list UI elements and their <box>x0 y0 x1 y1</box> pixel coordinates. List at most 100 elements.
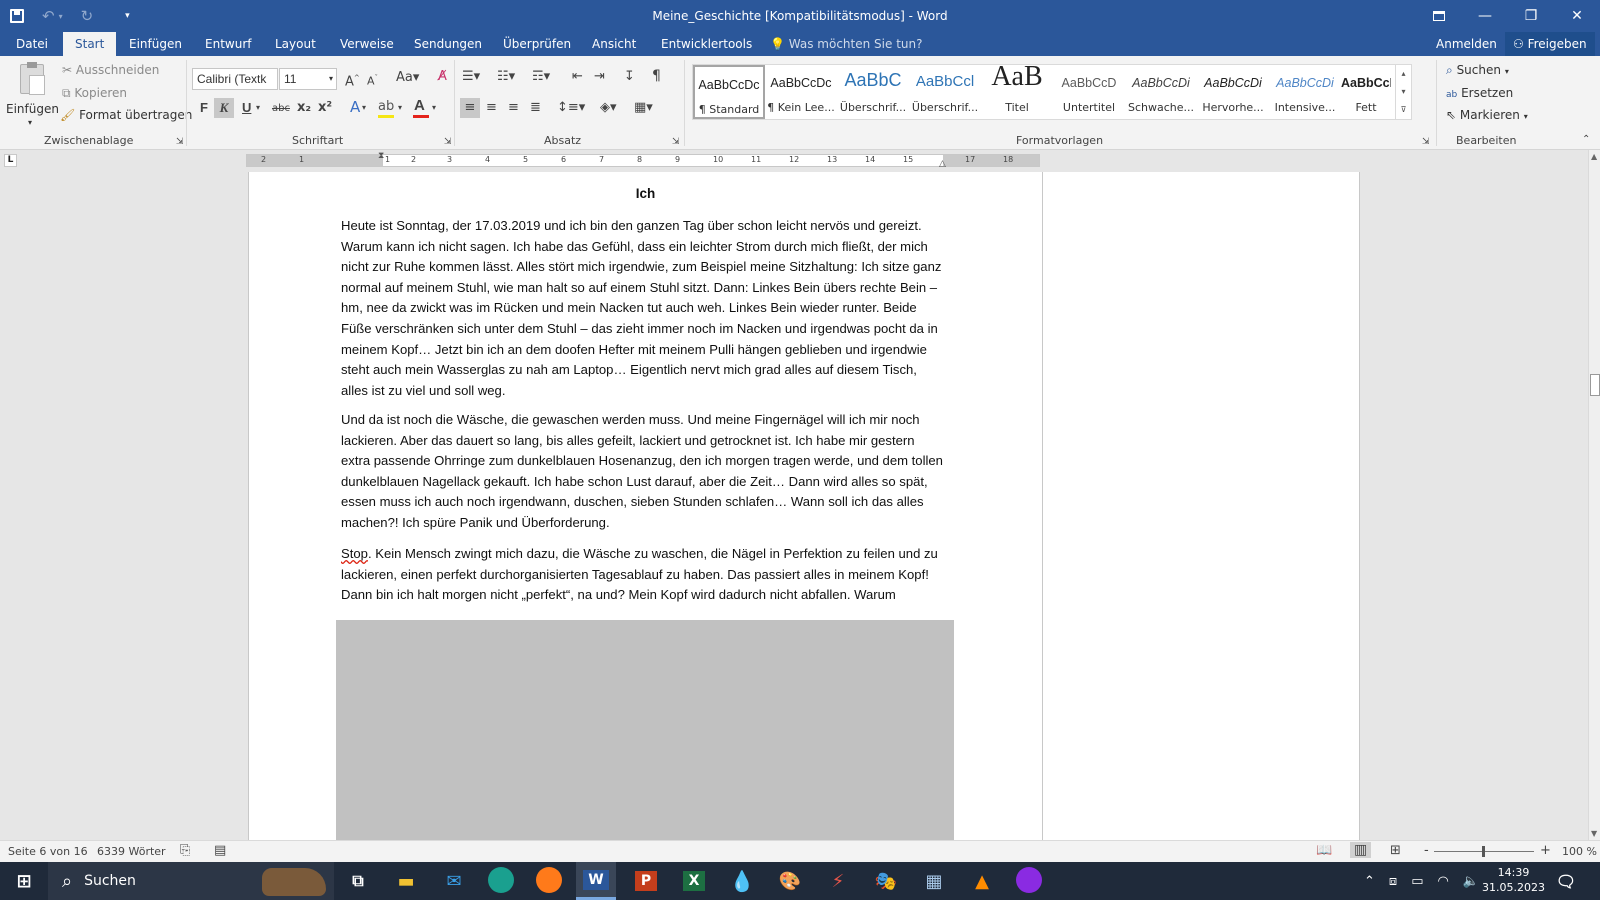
superscript-button[interactable]: x² <box>318 100 332 116</box>
spelling-error-word[interactable]: Stop <box>341 546 368 561</box>
read-mode-icon[interactable]: 📖 <box>1316 843 1332 858</box>
align-center-icon[interactable]: ≡ <box>486 100 497 116</box>
edge-icon[interactable] <box>488 867 514 893</box>
explorer-icon[interactable]: ▬ <box>392 867 420 895</box>
text-effects-icon[interactable]: A <box>350 99 360 115</box>
photos-icon[interactable]: 🎨 <box>776 867 804 895</box>
line-spacing-icon[interactable]: ↕≡▾ <box>557 100 585 116</box>
cut-button[interactable]: ✂ Ausschneiden <box>62 63 159 77</box>
tab-entwicklertools[interactable]: Entwicklertools <box>661 32 752 56</box>
minimize-icon[interactable]: — <box>1462 0 1508 32</box>
firefox-icon[interactable] <box>536 867 562 893</box>
numbering-icon[interactable]: ☷▾ <box>497 69 515 85</box>
replace-button[interactable]: ab Ersetzen <box>1446 86 1513 100</box>
excel-icon[interactable]: X <box>680 867 708 895</box>
horizontal-ruler[interactable]: 2 1 1 2 3 4 5 6 7 8 9 10 11 12 13 14 15 17 18 ⧗ △ <box>246 151 1040 169</box>
tool-icon[interactable]: ⚡ <box>824 867 852 895</box>
tab-selector-icon[interactable]: L <box>4 154 17 167</box>
style-hervorhebung[interactable]: AaBbCcDi Hervorhe... <box>1197 65 1269 119</box>
clock[interactable]: 14:39 31.05.2023 <box>1482 865 1545 895</box>
taskbar-search[interactable]: ⌕ Suchen <box>48 862 334 900</box>
shrink-font-icon[interactable]: Aˇ <box>367 70 378 90</box>
style-untertitel[interactable]: AaBbCcD Untertitel <box>1053 65 1125 119</box>
increase-indent-icon[interactable]: ⇥ <box>594 69 605 85</box>
underline-dropdown-icon[interactable]: ▾ <box>256 100 260 116</box>
change-case-icon[interactable]: Aa▾ <box>396 70 419 86</box>
collapse-ribbon-icon[interactable]: ⌃ <box>1582 132 1590 148</box>
zoom-slider-thumb[interactable] <box>1482 846 1485 857</box>
tab-start[interactable]: Start <box>63 32 117 56</box>
share-button[interactable]: ⚇ Freigeben <box>1505 32 1595 56</box>
document-heading[interactable]: Ich <box>249 186 1042 201</box>
calculator-icon[interactable]: ▦ <box>920 867 948 895</box>
underline-button[interactable]: U <box>242 100 251 116</box>
multilevel-list-icon[interactable]: ☶▾ <box>532 69 550 85</box>
paragraph-2[interactable]: Und da ist noch die Wäsche, die gewasche… <box>341 410 946 534</box>
scroll-down-icon[interactable]: ▼ <box>1591 829 1597 838</box>
find-button[interactable]: ⌕ Suchen ▾ <box>1446 63 1509 78</box>
powerpoint-icon[interactable]: P <box>632 867 660 895</box>
zoom-level[interactable]: 100 % <box>1562 845 1597 858</box>
chevron-down-icon[interactable]: ▾ <box>398 100 402 116</box>
app-icon[interactable]: 🎭 <box>872 867 900 895</box>
subscript-button[interactable]: x₂ <box>297 100 311 116</box>
style-ueberschrift-1[interactable]: AaBbC Überschrif... <box>837 65 909 119</box>
gallery-scroll[interactable]: ▴ ▾ ⊽ <box>1395 65 1411 119</box>
tab-einfuegen[interactable]: Einfügen <box>129 32 182 56</box>
strikethrough-button[interactable]: abc <box>272 101 290 117</box>
ribbon-display-icon[interactable] <box>1416 0 1462 32</box>
right-indent-icon[interactable]: △ <box>939 159 946 169</box>
scrollbar-thumb[interactable] <box>1590 374 1600 396</box>
select-button[interactable]: ⇖ Markieren ▾ <box>1446 108 1528 122</box>
volume-icon[interactable]: 🔈 <box>1463 874 1479 889</box>
zoom-out-button[interactable]: - <box>1424 843 1429 858</box>
font-color-icon[interactable]: A <box>414 98 425 114</box>
style-ueberschrift-2[interactable]: AaBbCcl Überschrif... <box>909 65 981 119</box>
vlc-icon[interactable]: ▲ <box>968 867 996 895</box>
sort-icon[interactable]: ↧ <box>624 69 635 85</box>
image-placeholder[interactable] <box>336 620 954 840</box>
battery-icon[interactable]: ▭ <box>1411 874 1423 889</box>
tab-entwurf[interactable]: Entwurf <box>205 32 251 56</box>
windows-start-icon[interactable]: ⊞ <box>10 867 38 895</box>
meet-now-icon[interactable]: ⧈ <box>1389 874 1397 889</box>
paragraph-3[interactable]: Stop. Kein Mensch zwingt mich dazu, die … <box>341 544 946 606</box>
paint-icon[interactable]: 💧 <box>728 867 756 895</box>
chevron-down-icon[interactable]: ▾ <box>432 100 436 116</box>
font-size-combo[interactable]: 11 ▾ <box>279 68 337 90</box>
style-titel[interactable]: AaB Titel <box>981 61 1053 119</box>
indent-marker-icon[interactable]: ⧗ <box>378 151 384 161</box>
paragraph-1[interactable]: Heute ist Sonntag, der 17.03.2019 und ic… <box>341 216 946 401</box>
dialog-launcher-icon[interactable]: ⇲ <box>1422 134 1430 150</box>
tab-layout[interactable]: Layout <box>275 32 316 56</box>
vertical-scrollbar[interactable]: ▲ ▼ <box>1588 150 1600 840</box>
shading-icon[interactable]: ◈▾ <box>600 100 617 116</box>
word-icon[interactable]: W <box>576 862 616 900</box>
mail-icon[interactable]: ✉ <box>440 867 468 895</box>
tab-ansicht[interactable]: Ansicht <box>592 32 636 56</box>
align-right-icon[interactable]: ≡ <box>508 100 519 116</box>
bold-button[interactable]: F <box>200 100 208 116</box>
bullets-icon[interactable]: ☰▾ <box>462 69 480 85</box>
decrease-indent-icon[interactable]: ⇤ <box>572 69 583 85</box>
justify-icon[interactable]: ≣ <box>530 100 541 116</box>
tab-ueberpruefen[interactable]: Überprüfen <box>503 32 571 56</box>
dialog-launcher-icon[interactable]: ⇲ <box>672 134 680 150</box>
clear-formatting-icon[interactable]: A̸ <box>438 69 447 85</box>
font-family-combo[interactable]: Calibri (Textk <box>192 68 278 90</box>
notifications-icon[interactable]: 🗨 <box>1552 867 1580 895</box>
tell-me-box[interactable]: 💡 Was möchten Sie tun? <box>770 32 922 56</box>
style-schwache-hervorhebung[interactable]: AaBbCcDi Schwache... <box>1125 65 1197 119</box>
print-layout-icon[interactable]: ▥ <box>1350 842 1372 858</box>
scroll-up-icon[interactable]: ▲ <box>1591 152 1597 161</box>
word-count[interactable]: 6339 Wörter <box>97 845 166 858</box>
dialog-launcher-icon[interactable]: ⇲ <box>176 134 184 150</box>
close-icon[interactable]: ✕ <box>1554 0 1600 32</box>
proofing-icon[interactable]: ⎘ <box>180 843 190 858</box>
game-icon[interactable] <box>1016 867 1042 893</box>
tab-sendungen[interactable]: Sendungen <box>414 32 482 56</box>
highlight-icon[interactable]: ab <box>378 99 394 115</box>
paste-button[interactable]: Einfügen ▾ <box>6 62 59 127</box>
borders-icon[interactable]: ▦▾ <box>634 100 653 116</box>
style-standard[interactable]: AaBbCcDc ¶ Standard <box>693 65 765 119</box>
